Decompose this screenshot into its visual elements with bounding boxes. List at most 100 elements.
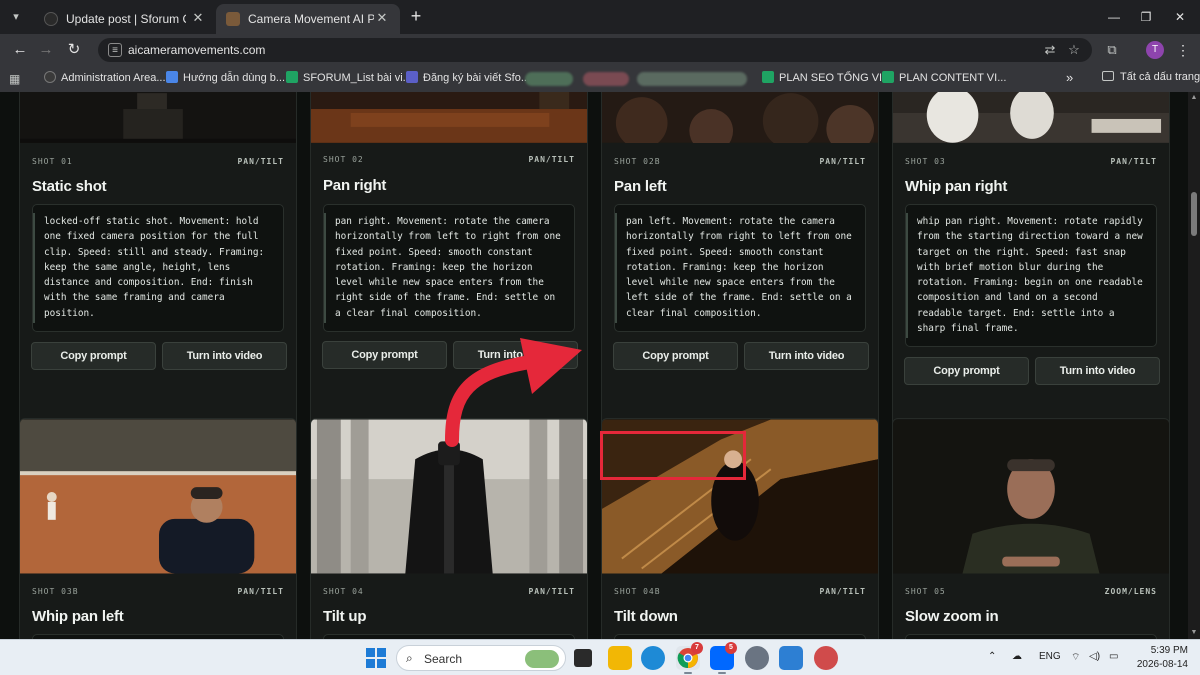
shot-card-tilt-up: SHOT 04 PAN/TILT Tilt up — [310, 418, 588, 639]
battery-icon[interactable]: ▭ — [1109, 651, 1118, 662]
movement-tag: PAN/TILT — [237, 157, 284, 166]
page-scrollbar[interactable]: ▲ ▼ — [1188, 92, 1200, 639]
camera-favicon-icon — [226, 12, 240, 26]
bookmarks-bar: ▦ Administration Area... Hướng dẫn dùng … — [0, 66, 1200, 92]
turn-into-video-button[interactable]: Turn into video — [744, 342, 869, 370]
whip-pan-right-thumbnail — [893, 92, 1169, 143]
tab-title: Update post | Sforum CMS — [66, 12, 186, 26]
reload-icon[interactable]: ↻ — [64, 40, 84, 60]
windows-taskbar: ⌕ Search 7 5 ⌃ ☁ ENG ⌔ ◁) ▭ 5:39 PM 2026… — [0, 639, 1200, 675]
volume-icon[interactable]: ◁) — [1089, 651, 1100, 662]
search-icon: ⌕ — [406, 651, 413, 665]
all-bookmarks-folder[interactable]: Tất cả dấu trang — [1102, 71, 1200, 83]
bookmark-label: SFORUM_List bài vi... — [303, 72, 412, 84]
bookmark-huong-dan[interactable]: Hướng dẫn dùng b... — [166, 71, 285, 87]
shot-title: Tilt up — [323, 608, 367, 625]
shot-card-slow-zoom-in: SHOT 05 ZOOM/LENS Slow zoom in — [892, 418, 1170, 639]
bookmark-sforum-list[interactable]: SFORUM_List bài vi... — [286, 71, 412, 87]
tab-camera-movement[interactable]: Camera Movement AI Prompts ✕ — [216, 4, 400, 34]
tilt-up-thumbnail — [311, 419, 587, 574]
turn-into-video-button[interactable]: Turn into video — [1035, 357, 1160, 385]
forms-icon — [406, 71, 418, 83]
sheets-icon — [286, 71, 298, 83]
edge-browser-icon[interactable] — [641, 646, 665, 670]
movement-tag: PAN/TILT — [819, 587, 866, 596]
shot-title: Pan left — [614, 178, 667, 195]
apps-grid-icon[interactable]: ▦ — [9, 72, 23, 86]
prompt-box: whip pan right. Movement: rotate rapidly… — [905, 204, 1157, 347]
bookmark-admin-area[interactable]: Administration Area... — [44, 71, 166, 87]
copy-prompt-button[interactable]: Copy prompt — [322, 341, 447, 369]
running-indicator — [718, 672, 726, 674]
scroll-up-arrow-icon[interactable]: ▲ — [1190, 94, 1198, 102]
close-tab-icon[interactable]: ✕ — [190, 10, 206, 26]
windows-start-icon[interactable] — [364, 646, 388, 670]
turn-into-video-button[interactable]: Turn into video — [162, 342, 287, 370]
bookmark-plan-seo[interactable]: PLAN SEO TỔNG VI... — [762, 71, 891, 87]
bookmark-label: Administration Area... — [61, 72, 166, 84]
tab-sforum-cms[interactable]: Update post | Sforum CMS ✕ — [34, 4, 216, 34]
shot-card-whip-pan-left: SHOT 03B PAN/TILT Whip pan left — [19, 418, 297, 639]
prompt-accent-bar — [324, 213, 326, 323]
movement-tag: PAN/TILT — [237, 587, 284, 596]
shot-number: SHOT 02 — [323, 155, 364, 164]
shot-title: Slow zoom in — [905, 608, 999, 625]
language-indicator[interactable]: ENG — [1039, 651, 1061, 662]
new-tab-plus-icon[interactable]: + — [406, 6, 426, 26]
settings-gear-icon[interactable] — [745, 646, 769, 670]
tray-chevron-icon[interactable]: ⌃ — [988, 651, 996, 662]
tab-title: Camera Movement AI Prompts — [248, 12, 374, 26]
site-info-icon[interactable]: ≡ — [108, 43, 122, 57]
task-view-icon[interactable] — [574, 649, 592, 667]
shot-number: SHOT 03B — [32, 587, 79, 596]
sheets-icon — [882, 71, 894, 83]
extensions-puzzle-icon[interactable]: ⧉ — [1104, 42, 1120, 58]
minimize-icon[interactable]: — — [1104, 7, 1124, 27]
wifi-icon[interactable]: ⌔ — [1071, 651, 1080, 664]
chrome-icon-container[interactable]: 7 — [676, 642, 703, 674]
restore-icon[interactable]: ❐ — [1136, 7, 1156, 27]
clock-time: 5:39 PM — [1150, 645, 1188, 656]
prompt-accent-bar — [33, 213, 35, 323]
taskbar-search[interactable]: ⌕ Search — [396, 645, 566, 671]
blurred-bookmark[interactable] — [525, 72, 573, 86]
all-bookmarks-label: Tất cả dấu trang — [1120, 71, 1200, 83]
bookmark-plan-content[interactable]: PLAN CONTENT VI... — [882, 71, 1006, 87]
bookmark-label: PLAN SEO TỔNG VI... — [779, 72, 892, 84]
translate-icon[interactable]: ⇄ — [1042, 42, 1058, 58]
address-bar[interactable]: ≡ aicameramovements.com ⇄ ☆ — [98, 38, 1092, 62]
turn-into-video-button[interactable]: Turn into video — [453, 341, 578, 369]
copy-prompt-button[interactable]: Copy prompt — [904, 357, 1029, 385]
zalo-icon[interactable]: 5 — [710, 642, 737, 674]
chrome-profile-icon[interactable] — [814, 646, 838, 670]
blurred-bookmark[interactable] — [583, 72, 629, 86]
copy-prompt-button[interactable]: Copy prompt — [31, 342, 156, 370]
browser-menu-icon[interactable]: ⋮ — [1176, 41, 1190, 59]
scrollbar-thumb[interactable] — [1191, 192, 1197, 236]
profile-avatar[interactable]: T — [1146, 41, 1164, 59]
scroll-down-arrow-icon[interactable]: ▼ — [1190, 629, 1198, 637]
taskbar-clock[interactable]: 5:39 PM 2026-08-14 — [1130, 644, 1188, 672]
bookmark-dang-ky[interactable]: Đăng ký bài viết Sfo... — [406, 71, 530, 87]
store-app-icon[interactable] — [779, 646, 803, 670]
docs-icon — [166, 71, 178, 83]
forward-arrow-icon[interactable]: → — [36, 40, 56, 60]
clock-date: 2026-08-14 — [1136, 659, 1188, 670]
movement-tag: ZOOM/LENS — [1104, 587, 1157, 596]
blurred-bookmark[interactable] — [637, 72, 747, 86]
back-arrow-icon[interactable]: ← — [10, 40, 30, 60]
file-explorer-icon[interactable] — [608, 646, 632, 670]
shot-number: SHOT 05 — [905, 587, 946, 596]
cloud-icon[interactable]: ☁ — [1012, 651, 1022, 662]
prompt-text: locked-off static shot. Movement: hold o… — [44, 216, 265, 319]
sforum-favicon-icon — [44, 12, 58, 26]
bookmark-star-icon[interactable]: ☆ — [1066, 42, 1082, 58]
movement-tag: PAN/TILT — [528, 587, 575, 596]
close-window-icon[interactable]: ✕ — [1170, 7, 1190, 27]
more-bookmarks-chevron[interactable]: » — [1066, 70, 1073, 85]
tab-search-icon[interactable]: ▾ — [6, 7, 26, 27]
shot-number: SHOT 02B — [614, 157, 661, 166]
bookmark-label: PLAN CONTENT VI... — [899, 72, 1007, 84]
close-tab-icon[interactable]: ✕ — [374, 10, 390, 26]
copy-prompt-button[interactable]: Copy prompt — [613, 342, 738, 370]
